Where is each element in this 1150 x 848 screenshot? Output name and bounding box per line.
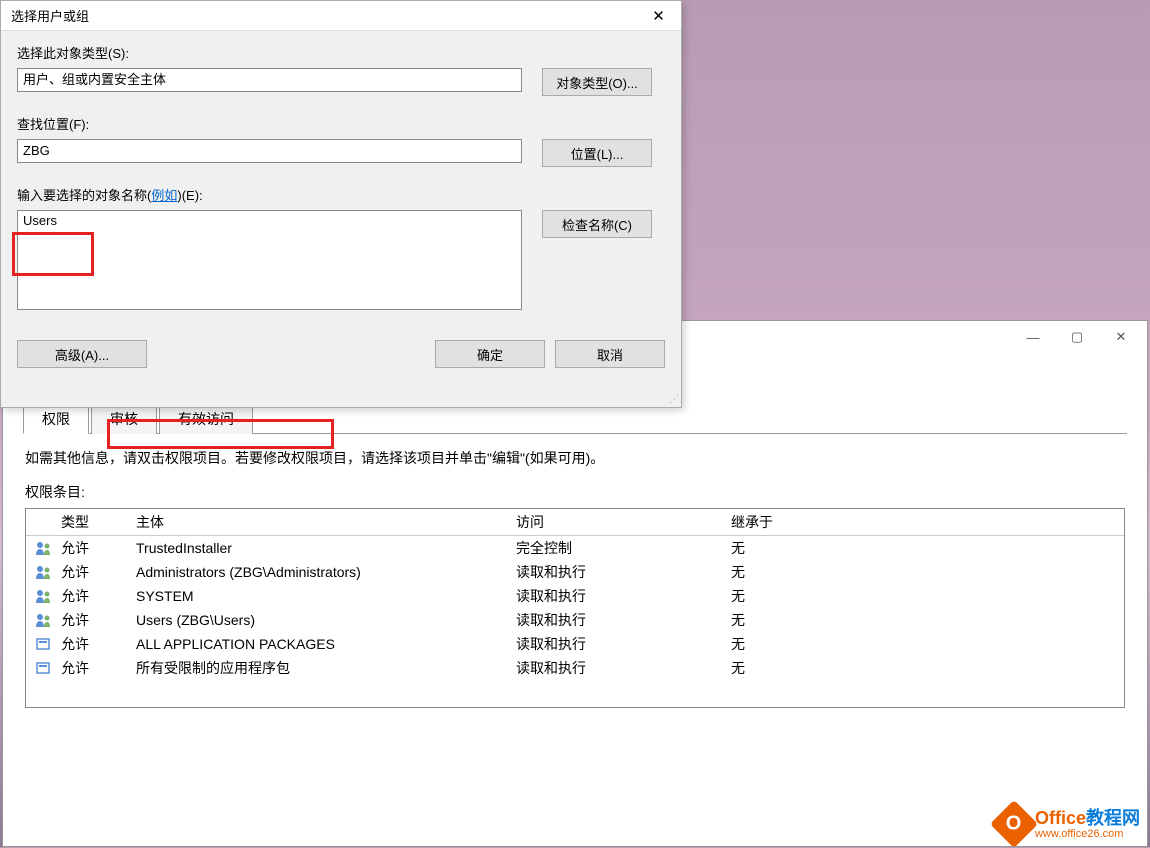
object-type-label: 选择此对象类型(S): bbox=[17, 43, 665, 62]
cell-type: 允许 bbox=[61, 610, 136, 630]
package-icon bbox=[35, 661, 53, 675]
maximize-button[interactable]: ▢ bbox=[1059, 323, 1095, 351]
cell-access: 读取和执行 bbox=[516, 610, 731, 630]
cell-inherit: 无 bbox=[731, 538, 1124, 558]
users-icon bbox=[35, 589, 53, 603]
header-access[interactable]: 访问 bbox=[516, 512, 731, 532]
users-icon bbox=[35, 565, 53, 579]
cell-type: 允许 bbox=[61, 538, 136, 558]
cell-inherit: 无 bbox=[731, 562, 1124, 582]
table-row[interactable]: 允许Users (ZBG\Users)读取和执行无 bbox=[26, 608, 1124, 632]
location-label: 查找位置(F): bbox=[17, 114, 665, 133]
cell-type: 允许 bbox=[61, 634, 136, 654]
cell-principal: SYSTEM bbox=[136, 588, 516, 604]
cell-access: 读取和执行 bbox=[516, 634, 731, 654]
dialog-titlebar: 选择用户或组 ✕ bbox=[1, 1, 681, 31]
permission-table: 类型 主体 访问 继承于 允许TrustedInstaller完全控制无允许Ad… bbox=[25, 508, 1125, 708]
object-type-field: 用户、组或内置安全主体 bbox=[17, 68, 522, 92]
check-names-button[interactable]: 检查名称(C) bbox=[542, 210, 652, 238]
object-names-input[interactable] bbox=[17, 210, 522, 310]
brand-badge: O bbox=[990, 800, 1038, 848]
cell-inherit: 无 bbox=[731, 586, 1124, 606]
tab-auditing[interactable]: 审核 bbox=[91, 404, 157, 434]
cell-principal: TrustedInstaller bbox=[136, 540, 516, 556]
cell-inherit: 无 bbox=[731, 634, 1124, 654]
close-icon[interactable]: ✕ bbox=[636, 1, 681, 31]
advanced-button[interactable]: 高级(A)... bbox=[17, 340, 147, 368]
table-row[interactable]: 允许Administrators (ZBG\Administrators)读取和… bbox=[26, 560, 1124, 584]
header-inherit[interactable]: 继承于 bbox=[731, 512, 1124, 532]
brand-logo: O Office教程网 www.office26.com bbox=[997, 807, 1140, 841]
location-field: ZBG bbox=[17, 139, 522, 163]
table-row[interactable]: 允许所有受限制的应用程序包读取和执行无 bbox=[26, 656, 1124, 680]
header-type[interactable]: 类型 bbox=[61, 512, 136, 532]
cell-access: 读取和执行 bbox=[516, 586, 731, 606]
tab-content: 如需其他信息，请双击权限项目。若要修改权限项目，请选择该项目并单击"编辑"(如果… bbox=[3, 434, 1147, 722]
table-row[interactable]: 允许SYSTEM读取和执行无 bbox=[26, 584, 1124, 608]
examples-link[interactable]: 例如 bbox=[151, 188, 177, 203]
ok-button[interactable]: 确定 bbox=[435, 340, 545, 368]
cell-inherit: 无 bbox=[731, 610, 1124, 630]
cell-type: 允许 bbox=[61, 586, 136, 606]
cell-principal: Users (ZBG\Users) bbox=[136, 612, 516, 628]
cell-type: 允许 bbox=[61, 658, 136, 678]
header-principal[interactable]: 主体 bbox=[136, 512, 516, 532]
minimize-button[interactable]: — bbox=[1015, 323, 1051, 351]
info-text: 如需其他信息，请双击权限项目。若要修改权限项目，请选择该项目并单击"编辑"(如果… bbox=[25, 448, 1125, 468]
permission-entries-label: 权限条目: bbox=[25, 482, 1125, 502]
table-row[interactable]: 允许TrustedInstaller完全控制无 bbox=[26, 536, 1124, 560]
select-user-group-dialog: 选择用户或组 ✕ 选择此对象类型(S): 用户、组或内置安全主体 对象类型(O)… bbox=[0, 0, 682, 408]
cell-inherit: 无 bbox=[731, 658, 1124, 678]
object-names-label: 输入要选择的对象名称(例如)(E): bbox=[17, 185, 665, 204]
cell-principal: ALL APPLICATION PACKAGES bbox=[136, 636, 516, 652]
tab-permissions[interactable]: 权限 bbox=[23, 404, 89, 434]
dialog-title: 选择用户或组 bbox=[11, 6, 89, 25]
cell-type: 允许 bbox=[61, 562, 136, 582]
table-row[interactable]: 允许ALL APPLICATION PACKAGES读取和执行无 bbox=[26, 632, 1124, 656]
cell-access: 完全控制 bbox=[516, 538, 731, 558]
package-icon bbox=[35, 637, 53, 651]
resize-grip[interactable]: ⋰ bbox=[669, 394, 679, 405]
object-types-button[interactable]: 对象类型(O)... bbox=[542, 68, 652, 96]
close-button[interactable]: ✕ bbox=[1103, 323, 1139, 351]
cell-access: 读取和执行 bbox=[516, 562, 731, 582]
tab-effective-access[interactable]: 有效访问 bbox=[159, 404, 253, 434]
locations-button[interactable]: 位置(L)... bbox=[542, 139, 652, 167]
cell-access: 读取和执行 bbox=[516, 658, 731, 678]
cell-principal: Administrators (ZBG\Administrators) bbox=[136, 564, 516, 580]
cell-principal: 所有受限制的应用程序包 bbox=[136, 658, 516, 678]
permission-header: 类型 主体 访问 继承于 bbox=[26, 509, 1124, 536]
users-icon bbox=[35, 541, 53, 555]
users-icon bbox=[35, 613, 53, 627]
cancel-button[interactable]: 取消 bbox=[555, 340, 665, 368]
